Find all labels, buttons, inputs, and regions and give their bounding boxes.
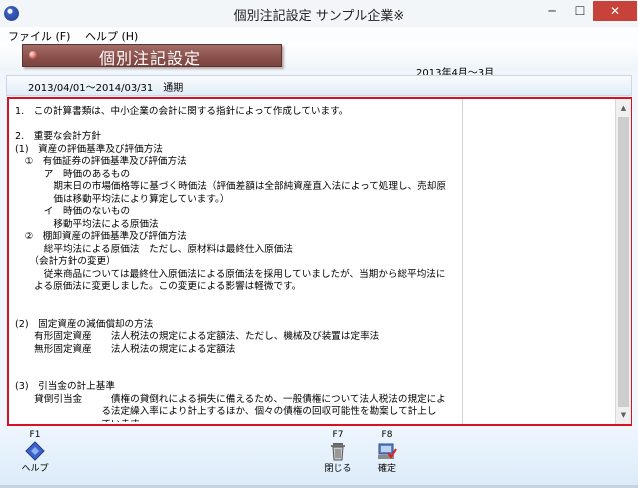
note-line: ① 有価証券の評価基準及び評価方法: [15, 156, 187, 167]
note-line: (3) 引当金の計上基準: [15, 381, 115, 392]
help-key-code: F1: [29, 430, 41, 440]
trash-icon: [331, 443, 345, 461]
note-line: 2. 重要な会計方針: [15, 131, 101, 142]
close-button[interactable]: ✕: [593, 1, 637, 21]
help-icon: [25, 441, 45, 461]
note-line: (2) 固定資産の減価償却の方法: [15, 318, 154, 330]
note-line: 有形固定資産 法人税法の規定による定額法、ただし、機械及び装置は定率法: [15, 331, 380, 342]
note-line: 無形固定資産 法人税法の規定による定額法: [15, 343, 236, 355]
note-line: ② 棚卸資産の評価基準及び評価方法: [15, 231, 187, 242]
note-line: (1) 資産の評価基準及び評価方法: [15, 143, 163, 155]
confirm-label: 確定: [377, 464, 396, 474]
banner-bullet-icon: [29, 51, 37, 59]
confirm-button[interactable]: F8 確定: [362, 429, 412, 475]
note-line: イ 時価のないもの: [15, 206, 131, 217]
menu-bar: ファイル (F) ヘルプ (H): [0, 27, 638, 43]
notes-text-area[interactable]: 1. この計算書類は、中小企業の会計に関する指針によって作成しています。 2. 重…: [11, 102, 461, 422]
note-line: 期末日の市場価格等に基づく時価法（評価差額は全部純資産直入法によって処理し、売却…: [15, 181, 446, 192]
margin-guide: [462, 99, 463, 424]
scroll-down-icon[interactable]: ▼: [616, 408, 631, 422]
maximize-button[interactable]: ☐: [566, 1, 594, 21]
fiscal-period: 2013/04/01～2014/03/31 通期: [28, 83, 184, 94]
note-line: 移動平均法による原価法: [15, 218, 159, 230]
confirm-icon: [378, 443, 397, 459]
close-dialog-label: 閉じる: [324, 464, 352, 474]
page-title-banner: 個別注記設定: [22, 44, 282, 68]
notes-editor[interactable]: 1. この計算書類は、中小企業の会計に関する指針によって作成しています。 2. 重…: [7, 97, 632, 426]
note-line: る法定繰入率により計上するほか、個々の債権の回収可能性を勘案して計上し: [15, 406, 437, 417]
note-line: （会計方針の変更）: [15, 256, 116, 267]
note-line: 貸倒引当金 債権の貸倒れによる損失に備えるため、一般債権について法人税法の規定に…: [15, 393, 446, 405]
menu-file[interactable]: ファイル (F): [8, 28, 70, 44]
page-title: 個別注記設定: [99, 49, 202, 68]
scroll-up-icon[interactable]: ▲: [616, 101, 631, 115]
title-bar: 個別注記設定 サンプル企業※ ─ ☐ ✕: [0, 0, 638, 28]
note-line: ています。: [15, 419, 148, 423]
close-dialog-button[interactable]: F7 閉じる: [313, 429, 363, 475]
vertical-scrollbar[interactable]: ▲ ▼: [615, 99, 631, 424]
note-line: 1. この計算書類は、中小企業の会計に関する指針によって作成しています。: [15, 106, 349, 117]
help-button[interactable]: F1 ヘルプ: [10, 429, 60, 475]
scroll-thumb[interactable]: [618, 117, 629, 407]
menu-help[interactable]: ヘルプ (H): [85, 28, 138, 44]
close-key-code: F7: [332, 430, 344, 440]
note-line: 総平均法による原価法 ただし、原材料は最終仕入原価法: [15, 243, 293, 255]
help-label: ヘルプ: [21, 464, 49, 474]
note-line: 価は移動平均法により算定しています。）: [15, 193, 230, 205]
minimize-button[interactable]: ─: [538, 1, 566, 21]
confirm-key-code: F8: [381, 430, 393, 440]
note-line: よる原価法に変更しました。この変更による影響は軽微です。: [15, 281, 302, 292]
note-line: ア 時価のあるもの: [15, 168, 131, 180]
note-line: 従来商品については最終仕入原価法による原価法を採用していましたが、当期から総平均…: [15, 268, 446, 280]
